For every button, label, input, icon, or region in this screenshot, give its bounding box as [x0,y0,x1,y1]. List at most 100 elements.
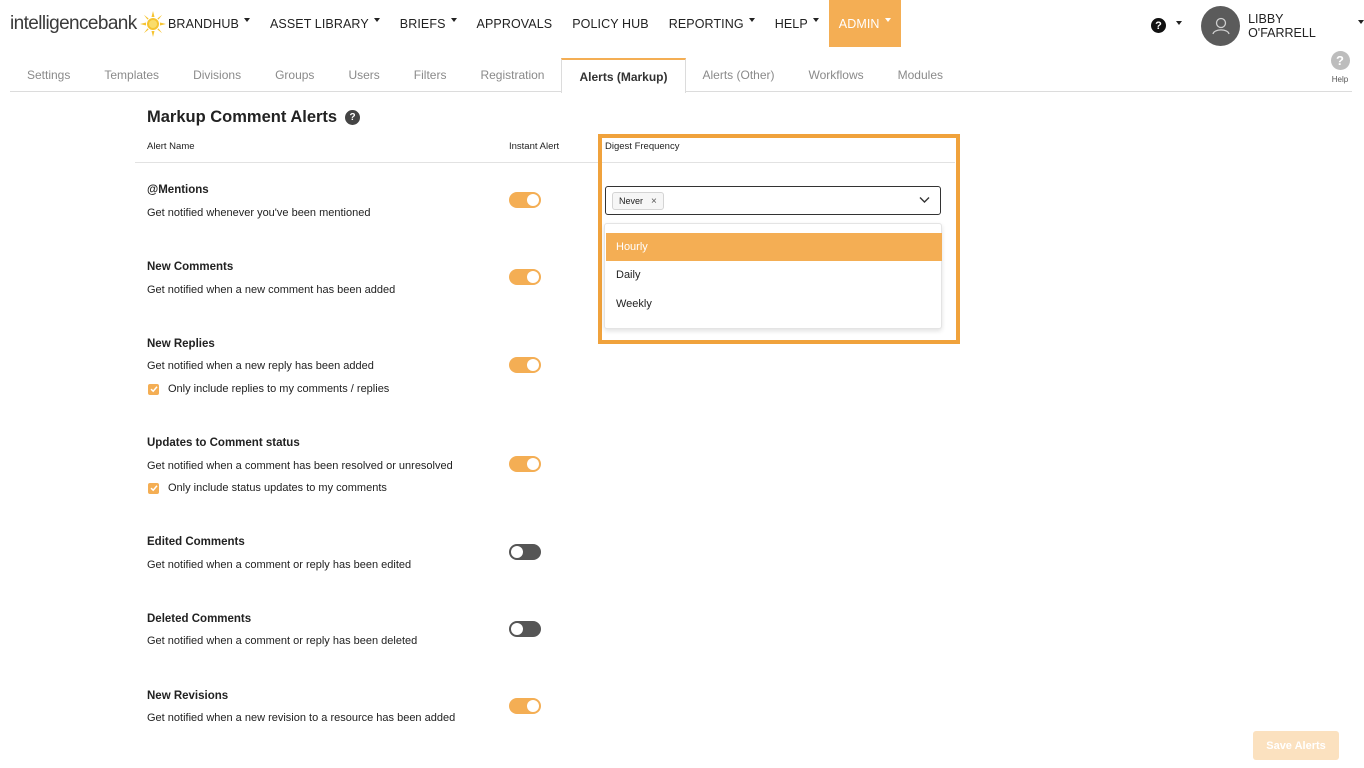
logo-text: intelligencebank [10,13,137,34]
nav-label: ASSET LIBRARY [269,16,369,31]
caret-down-icon [1176,20,1182,25]
chip-remove-icon[interactable]: × [651,196,657,207]
avatar [1201,6,1241,46]
tab-groups[interactable]: Groups [258,58,331,92]
top-navbar: intelligencebank BRANDHUB ASSET LIBRARY … [0,0,1364,50]
question-circle-icon[interactable]: ? [345,110,361,125]
nav-label: POLICY HUB [572,16,649,31]
instant-alert-toggle[interactable] [509,269,541,285]
nav-label: APPROVALS [476,16,553,31]
nav-briefs[interactable]: BRIEFS [390,0,467,47]
user-name: LIBBY O'FARRELL [1248,12,1316,40]
nav-approvals[interactable]: APPROVALS [467,0,563,47]
page-title-text: Markup Comment Alerts [147,108,338,126]
tab-divisions[interactable]: Divisions [176,58,258,92]
option-hourly[interactable]: Hourly [606,233,942,261]
question-circle-icon: ? [1330,51,1350,70]
caret-down-icon [373,17,380,22]
toggle-knob [527,458,539,470]
caret-down-icon [243,17,250,22]
nav-help[interactable]: HELP [765,0,829,47]
nav-asset-library[interactable]: ASSET LIBRARY [260,0,390,47]
tab-settings[interactable]: Settings [10,58,87,92]
replies-only-checkbox-row[interactable]: Only include replies to my comments / re… [148,383,389,395]
caret-down-icon [748,17,755,22]
digest-frequency-menu: Hourly Daily Weekly [604,223,942,329]
caret-down-icon [884,17,891,22]
alert-name: New Comments [147,261,234,273]
digest-frequency-select[interactable]: Never × [605,186,941,215]
brand-logo[interactable]: intelligencebank [10,10,167,38]
main-nav: BRANDHUB ASSET LIBRARY BRIEFS APPROVALS … [158,0,901,47]
instant-alert-toggle[interactable] [509,357,541,373]
alert-description: Get notified when a new revision to a re… [147,712,456,724]
toggle-knob [527,700,539,712]
chevron-down-icon[interactable] [919,196,930,204]
caret-down-icon [812,17,819,22]
checkbox-checked[interactable] [148,482,159,494]
option-weekly[interactable]: Weekly [606,290,942,318]
tab-registration[interactable]: Registration [463,58,561,92]
instant-alert-toggle[interactable] [509,621,541,637]
instant-alert-toggle[interactable] [509,456,541,472]
alert-description: Get notified whenever you've been mentio… [147,207,371,219]
tab-users[interactable]: Users [331,58,396,92]
tab-modules[interactable]: Modules [881,58,960,92]
save-alerts-button[interactable]: Save Alerts [1253,731,1339,760]
checkbox-checked[interactable] [148,383,159,395]
caret-down-icon [450,17,457,22]
selected-chip: Never × [612,192,664,210]
nav-label: BRIEFS [399,16,446,31]
check-icon [149,386,158,393]
nav-admin[interactable]: ADMIN [828,0,901,47]
chip-label: Never [619,196,644,206]
nav-label: REPORTING [668,16,744,31]
help-side-button[interactable]: ? Help [1330,51,1350,84]
alert-description: Get notified when a comment has been res… [147,460,453,472]
alert-description: Get notified when a new reply has been a… [147,360,374,372]
tab-templates[interactable]: Templates [87,58,176,92]
tab-workflows[interactable]: Workflows [792,58,881,92]
alert-name: Edited Comments [147,536,245,548]
alert-name: Updates to Comment status [147,437,300,449]
option-daily[interactable]: Daily [606,261,942,289]
column-header-alert-name: Alert Name [147,141,195,152]
nav-reporting[interactable]: REPORTING [659,0,765,47]
check-icon [149,485,158,492]
status-only-checkbox-row[interactable]: Only include status updates to my commen… [148,482,387,494]
column-header-instant-alert: Instant Alert [509,141,560,152]
tab-alerts-other[interactable]: Alerts (Other) [686,58,792,92]
tab-filters[interactable]: Filters [397,58,464,92]
admin-tabs: Settings Templates Divisions Groups User… [10,58,1352,93]
toggle-knob [527,271,539,283]
alert-description: Get notified when a comment or reply has… [147,559,412,571]
toggle-knob [527,359,539,371]
alert-name: New Replies [147,338,215,350]
toggle-knob [511,623,523,635]
instant-alert-toggle[interactable] [509,698,541,714]
caret-down-icon [1358,20,1364,24]
alert-name: Deleted Comments [147,613,252,625]
help-menu-button[interactable]: ? [1151,18,1182,33]
instant-alert-toggle[interactable] [509,544,541,560]
user-icon [1211,17,1230,35]
question-circle-icon: ? [1151,18,1166,33]
nav-label: BRANDHUB [168,16,239,31]
help-label: Help [1331,75,1349,84]
alert-name: New Revisions [147,690,229,702]
instant-alert-toggle[interactable] [509,192,541,208]
user-menu[interactable]: LIBBY O'FARRELL [1201,6,1364,46]
page-title: Markup Comment Alerts ? [147,108,361,127]
toggle-knob [511,546,523,558]
nav-brandhub[interactable]: BRANDHUB [158,0,260,47]
checkbox-label: Only include replies to my comments / re… [168,383,390,395]
alert-name: @Mentions [147,184,209,196]
toggle-knob [527,194,539,206]
checkbox-label: Only include status updates to my commen… [168,482,387,494]
nav-policy-hub[interactable]: POLICY HUB [562,0,659,47]
alert-description: Get notified when a new comment has been… [147,284,396,296]
nav-label: ADMIN [838,16,880,31]
tab-alerts-markup[interactable]: Alerts (Markup) [561,58,686,93]
nav-label: HELP [774,16,808,31]
alert-description: Get notified when a comment or reply has… [147,635,418,647]
